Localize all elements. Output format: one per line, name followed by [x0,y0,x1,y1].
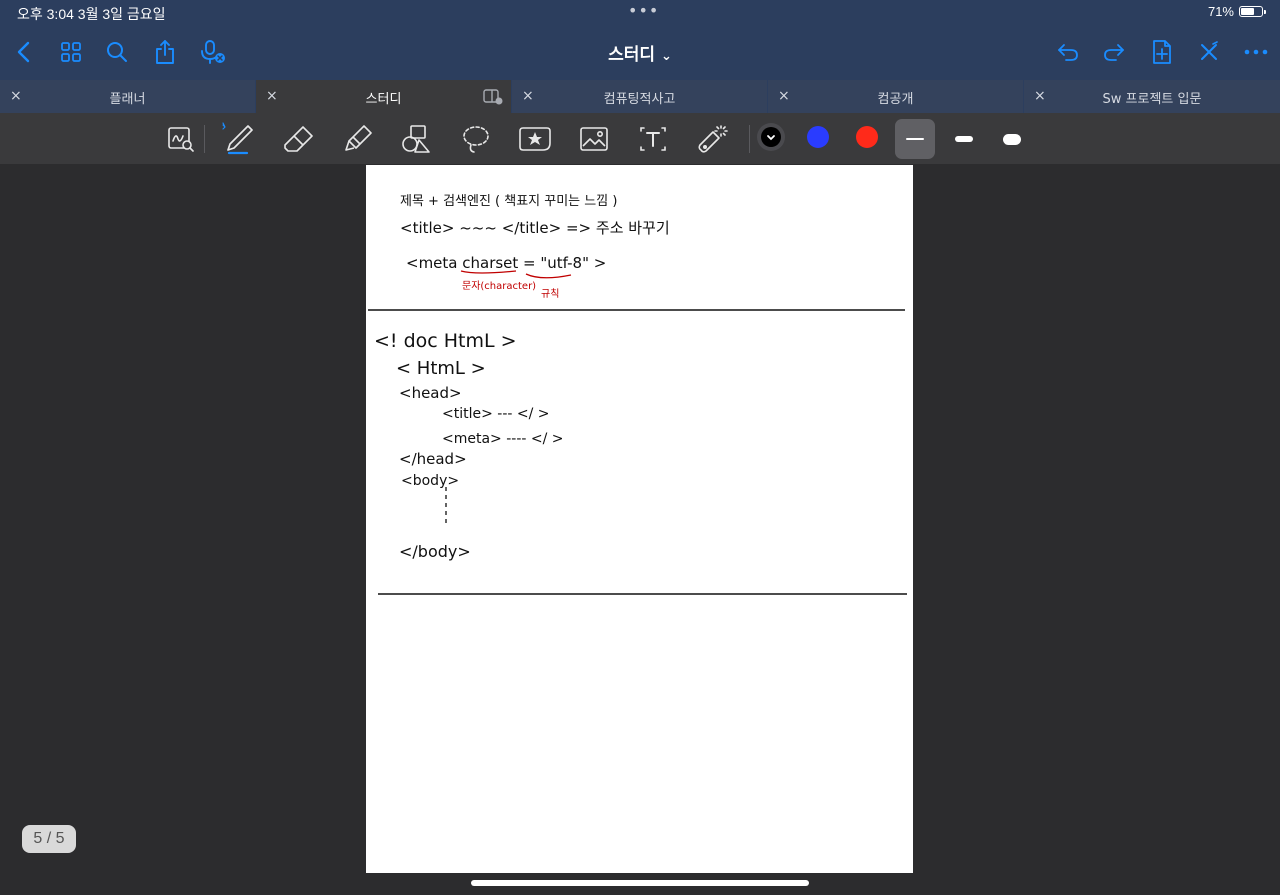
close-x-icon[interactable] [1193,36,1225,68]
pen-icon[interactable] [221,121,257,157]
note-line: <body> [401,473,459,489]
lasso-icon[interactable] [458,121,494,157]
highlighter-icon[interactable] [340,121,376,157]
stroke-preview [1003,133,1021,145]
document-title-text: 스터디 [608,45,656,65]
red-annotation: 규칙 [541,288,559,300]
page-indicator: 5 / 5 [22,825,76,853]
status-time: 오후 3:04 3월 3일 금요일 [17,6,166,22]
add-page-icon[interactable] [1146,36,1178,68]
redo-icon[interactable] [1098,36,1130,68]
note-line: </body> [399,542,471,561]
eraser-icon[interactable] [281,121,317,157]
tab-label: 컴퓨팅적사고 [603,92,676,107]
tab-label: Sw 프로젝트 입문 [1102,92,1202,107]
status-bar: 오후 3:04 3월 3일 금요일 ••• 71% [0,0,1280,26]
tab-study[interactable]: × 스터디 [256,80,511,113]
note-line: <meta> ---- </ > [442,431,564,447]
note-line: <meta charset = "utf-8" > [406,254,606,272]
tab-label: 스터디 [365,92,402,107]
note-line: 제목 + 검색엔진 ( 책표지 꾸미는 느낌 ) [400,194,617,209]
tab-label: 컴공개 [877,92,914,107]
color-black-selected[interactable] [757,123,785,151]
stroke-preview [906,138,924,140]
chevron-down-icon [761,127,781,147]
sticker-icon[interactable] [517,121,553,157]
battery-icon [1239,6,1266,17]
note-line: <! doc HtmL > [374,330,517,352]
toolbar-divider [204,125,205,153]
microphone-icon[interactable] [197,36,229,68]
back-chevron-icon[interactable] [8,36,40,68]
note-line: </head> [399,450,467,468]
search-icon[interactable] [101,36,133,68]
drawing-toolbar [0,113,1280,164]
title-chevron-down-icon: ⌄ [660,49,672,64]
home-indicator[interactable] [471,880,809,886]
note-page[interactable]: 제목 + 검색엔진 ( 책표지 꾸미는 느낌 ) <title> ~~~ </t… [366,165,913,873]
tab-planner[interactable]: × 플래너 [0,80,255,113]
document-title: 스터디 ⌄ [0,40,1280,65]
share-icon[interactable] [149,36,181,68]
stroke-preview [955,136,973,142]
stroke-medium[interactable] [944,119,984,159]
battery-status: 71% [1207,4,1266,19]
note-line: <title> ~~~ </title> => 주소 바꾸기 [400,219,670,237]
more-icon[interactable] [1240,36,1272,68]
shapes-icon[interactable] [399,121,435,157]
tab-computational-thinking[interactable]: × 컴퓨팅적사고 [512,80,767,113]
stroke-thin[interactable] [895,119,935,159]
tab-bar: × 플래너 × 스터디 × 컴퓨팅적사고 × 컴공개 × Sw 프로젝트 입문 [0,80,1280,113]
red-annotation: 문자(character) [462,280,536,292]
laser-pointer-icon[interactable] [694,121,730,157]
undo-icon[interactable] [1052,36,1084,68]
color-red[interactable] [856,126,878,148]
color-blue[interactable] [807,126,829,148]
note-line: <title> --- </ > [442,406,550,422]
tab-label: 플래너 [109,92,146,107]
tab-sw-project[interactable]: × Sw 프로젝트 입문 [1024,80,1280,113]
note-line: < HtmL > [396,358,486,379]
image-icon[interactable] [576,121,612,157]
tab-intro-cs[interactable]: × 컴공개 [768,80,1023,113]
nav-bar: 스터디 ⌄ [0,26,1280,80]
stroke-thick[interactable] [992,119,1032,159]
text-icon[interactable] [635,121,671,157]
multitasking-dots-icon[interactable]: ••• [628,1,659,20]
document-title-button[interactable]: 스터디 ⌄ [608,45,672,65]
split-view-icon[interactable] [483,88,503,110]
red-underline [460,270,572,279]
battery-percent: 71% [1207,4,1234,19]
zoom-box-icon[interactable] [163,121,199,157]
grid-icon[interactable] [55,36,87,68]
note-line: <head> [399,384,462,402]
toolbar-divider [749,125,750,153]
